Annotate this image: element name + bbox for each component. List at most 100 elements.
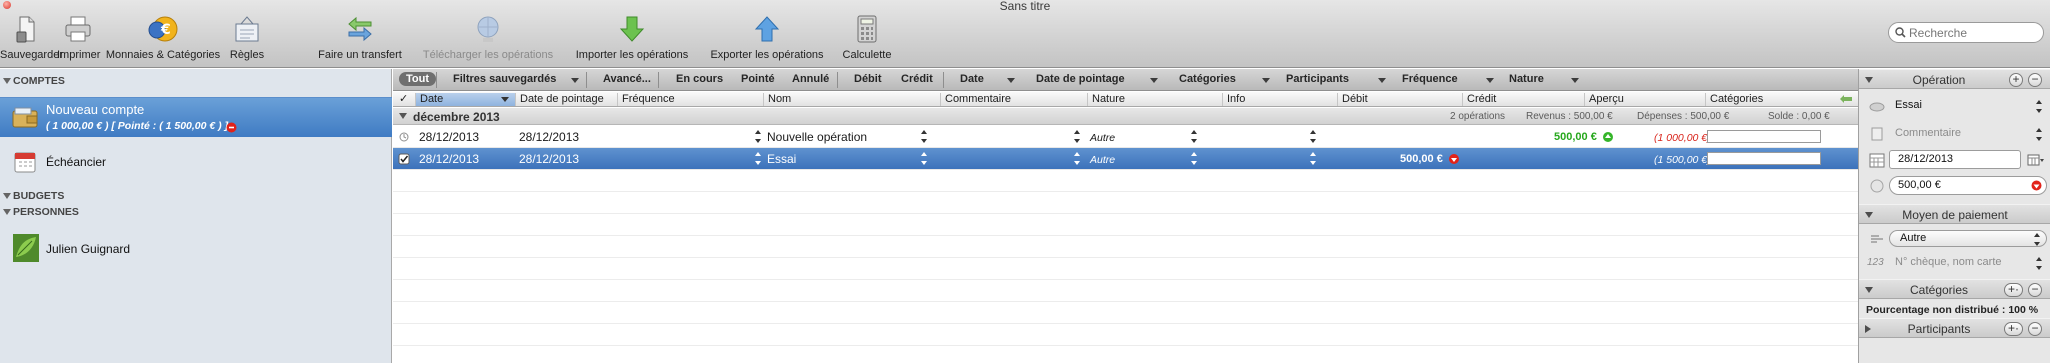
column-options-icon[interactable]	[1839, 94, 1853, 105]
row-date[interactable]: 28/12/2013	[419, 130, 479, 144]
inspector-section-participants[interactable]: Participants +· −	[1859, 318, 2050, 338]
rules-button[interactable]: Règles	[226, 14, 268, 66]
inspector-amount-field[interactable]: 500,00 €	[1889, 176, 2047, 195]
remove-participant-button[interactable]: −	[2028, 322, 2042, 336]
cheque-popup-icon[interactable]	[2036, 257, 2042, 270]
status-pending-icon[interactable]	[399, 132, 409, 142]
import-operations-button[interactable]: Importer les opérations	[568, 14, 696, 66]
nature-popup-icon[interactable]	[1191, 152, 1197, 165]
checkbox-checked-icon[interactable]	[398, 153, 410, 165]
chevron-down-icon	[571, 78, 579, 83]
export-operations-button[interactable]: Exporter les opérations	[704, 14, 830, 66]
filter-pointe-button[interactable]: Pointé	[741, 73, 775, 85]
month-group-row[interactable]: décembre 2013 2 opérations Revenus : 500…	[393, 108, 1858, 125]
filter-advanced-button[interactable]: Avancé...	[603, 73, 651, 85]
inspector-section-categories[interactable]: Catégories +· −	[1859, 279, 2050, 299]
name-popup-icon[interactable]	[2036, 100, 2042, 113]
column-date[interactable]: Date	[415, 93, 515, 106]
sidebar-item-nouveau-compte[interactable]: Nouveau compte ( 1 000,00 € ) [ Pointé :…	[0, 97, 392, 137]
row-nature[interactable]: Autre	[1090, 154, 1115, 166]
filter-nature-popup[interactable]: Nature	[1509, 73, 1544, 85]
transfer-button[interactable]: Faire un transfert	[313, 14, 407, 66]
sidebar-section-personnes[interactable]: PERSONNES	[0, 205, 392, 219]
info-popup-icon[interactable]	[1310, 152, 1316, 165]
column-nom[interactable]: Nom	[763, 93, 940, 106]
inspector-section-operation[interactable]: Opération + −	[1859, 69, 2050, 89]
table-row[interactable]: 28/12/2013 28/12/2013 Nouvelle opération…	[393, 126, 1858, 148]
row-date-pointage[interactable]: 28/12/2013	[519, 130, 579, 144]
row-nature[interactable]: Autre	[1090, 132, 1115, 144]
sidebar-item-echeancier[interactable]: Échéancier	[0, 146, 392, 178]
filter-participants-popup[interactable]: Participants	[1286, 73, 1349, 85]
inspector-moyen-row[interactable]: Autre	[1859, 226, 2050, 252]
currencies-categories-button[interactable]: € Monnaies & Catégories	[104, 14, 222, 66]
filter-date-pointage-popup[interactable]: Date de pointage	[1036, 73, 1125, 85]
column-debit[interactable]: Débit	[1337, 93, 1462, 106]
row-nom[interactable]: Essai	[767, 152, 796, 166]
empty-row	[393, 214, 1858, 236]
inspector-date-field[interactable]: 28/12/2013	[1889, 150, 2021, 169]
inspector-amount-row[interactable]: 500,00 €	[1859, 173, 2050, 199]
disclosure-triangle-icon	[3, 78, 11, 84]
nature-popup-icon[interactable]	[1191, 130, 1197, 143]
add-participant-button[interactable]: +·	[2004, 322, 2023, 336]
column-nature[interactable]: Nature	[1087, 93, 1222, 106]
inspector-date-row[interactable]: 28/12/2013	[1859, 147, 2050, 173]
column-apercu[interactable]: Aperçu	[1584, 93, 1705, 106]
column-frequence[interactable]: Fréquence	[617, 93, 763, 106]
filter-credit-button[interactable]: Crédit	[901, 73, 933, 85]
inspector-name-row[interactable]: Essai	[1859, 93, 2050, 119]
calculator-button[interactable]: Calculette	[838, 14, 896, 66]
commentaire-popup-icon[interactable]	[1074, 130, 1080, 143]
info-popup-icon[interactable]	[1310, 130, 1316, 143]
column-info[interactable]: Info	[1222, 93, 1337, 106]
debit-arrow-icon[interactable]	[2031, 180, 2042, 191]
commentaire-popup-icon[interactable]	[1074, 152, 1080, 165]
filter-categories-popup[interactable]: Catégories	[1179, 73, 1236, 85]
save-button[interactable]: Sauvegarder	[0, 14, 63, 66]
sidebar-item-person[interactable]: Julien Guignard	[0, 233, 392, 265]
column-date-pointage[interactable]: Date de pointage	[515, 93, 617, 106]
sort-descending-icon	[501, 97, 509, 102]
inspector-section-moyen-paiement[interactable]: Moyen de paiement	[1859, 204, 2050, 224]
add-category-button[interactable]: +·	[2004, 283, 2023, 297]
download-operations-button[interactable]: Télécharger les opérations	[416, 14, 560, 66]
remove-button[interactable]: −	[2028, 73, 2042, 87]
frequence-stepper-icon[interactable]	[755, 152, 761, 165]
column-commentaire[interactable]: Commentaire	[940, 93, 1087, 106]
inspector-name-value[interactable]: Essai	[1895, 99, 1922, 111]
filter-date-popup[interactable]: Date	[960, 73, 984, 85]
filter-frequence-popup[interactable]: Fréquence	[1402, 73, 1458, 85]
column-categories[interactable]: Catégories	[1705, 93, 1832, 106]
inspector-cheque-field[interactable]: N° chèque, nom carte	[1895, 256, 2002, 268]
filter-en-cours-button[interactable]: En cours	[676, 73, 723, 85]
inspector-comment-field[interactable]: Commentaire	[1895, 127, 1961, 139]
search-field[interactable]	[1888, 22, 2044, 43]
row-debit[interactable]: 500,00 €	[1400, 153, 1443, 165]
add-button[interactable]: +	[2009, 73, 2023, 87]
row-credit[interactable]: 500,00 €	[1554, 131, 1597, 143]
filter-debit-button[interactable]: Débit	[854, 73, 882, 85]
sidebar-section-comptes[interactable]: COMPTES	[0, 74, 392, 88]
print-button[interactable]: Imprimer	[57, 14, 100, 66]
search-input[interactable]	[1909, 25, 2039, 40]
inspector-moyen-popup[interactable]: Autre	[1889, 230, 2047, 247]
inspector-comment-row[interactable]: Commentaire	[1859, 121, 2050, 147]
remove-category-button[interactable]: −	[2028, 283, 2042, 297]
date-picker-icon[interactable]	[2027, 154, 2045, 166]
filter-annule-button[interactable]: Annulé	[792, 73, 829, 85]
nom-popup-icon[interactable]	[921, 152, 927, 165]
column-check[interactable]: ✓	[393, 93, 415, 106]
column-credit[interactable]: Crédit	[1462, 93, 1584, 106]
nom-popup-icon[interactable]	[921, 130, 927, 143]
frequence-stepper-icon[interactable]	[755, 130, 761, 143]
filter-tout-button[interactable]: Tout	[399, 72, 437, 86]
sidebar-section-budgets[interactable]: BUDGETS	[0, 189, 392, 203]
comment-popup-icon[interactable]	[2036, 128, 2042, 141]
filter-saved-filters-popup[interactable]: Filtres sauvegardés	[453, 73, 556, 85]
row-nom[interactable]: Nouvelle opération	[767, 130, 867, 144]
row-date-pointage[interactable]: 28/12/2013	[519, 152, 579, 166]
table-row-selected[interactable]: 28/12/2013 28/12/2013 Essai Autre 500,00…	[393, 148, 1858, 170]
row-date[interactable]: 28/12/2013	[419, 152, 479, 166]
inspector-cheque-row[interactable]: 123 N° chèque, nom carte	[1859, 250, 2050, 276]
